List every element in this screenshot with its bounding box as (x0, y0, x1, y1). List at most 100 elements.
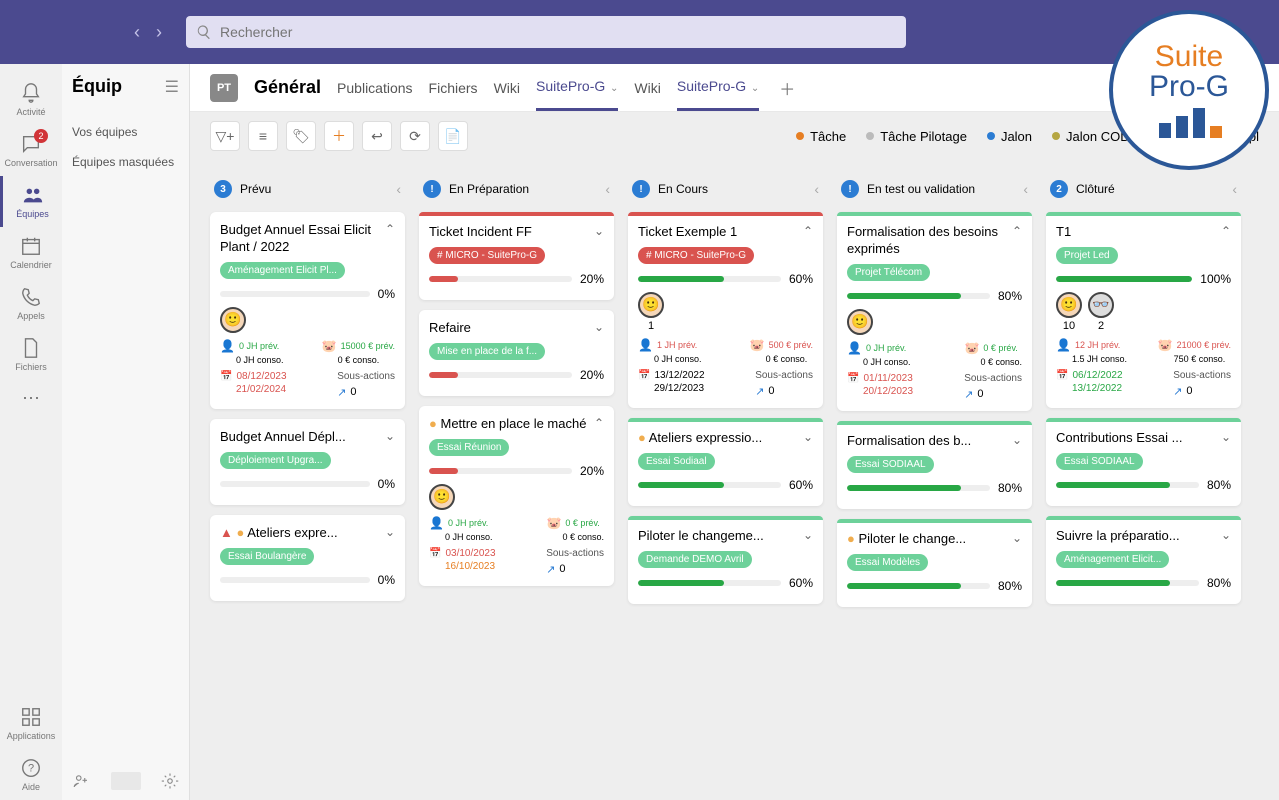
card-title: Budget Annuel Essai Elicit Plant / 2022 (220, 222, 379, 256)
chevron-down-icon[interactable]: ⌄ (385, 525, 395, 539)
chevron-up-icon[interactable]: ⌃ (1012, 224, 1022, 238)
filter-icon[interactable]: ☰ (165, 77, 179, 97)
rail-files[interactable]: Fichiers (0, 329, 62, 380)
piggy-icon: 🐷 (750, 338, 765, 352)
chat-badge: 2 (34, 129, 48, 143)
add-people-icon[interactable] (72, 772, 90, 790)
avatar: 🙂 (429, 484, 455, 510)
search-input[interactable] (220, 24, 896, 40)
calendar-small-icon: 📅 (847, 373, 859, 384)
card[interactable]: Ticket Incident FF⌄ # MICRO - SuitePro-G… (419, 212, 614, 300)
card[interactable]: Contributions Essai ...⌄ Essai SODIAAL 8… (1046, 418, 1241, 506)
project-chip: # MICRO - SuitePro-G (638, 247, 754, 264)
rail-teams[interactable]: Équipes (0, 176, 62, 227)
project-chip: Projet Led (1056, 247, 1118, 264)
column-badge: 2 (1050, 180, 1068, 198)
card[interactable]: Refaire⌄ Mise en place de la f... 20% (419, 310, 614, 396)
card[interactable]: Ticket Exemple 1⌃ # MICRO - SuitePro-G 6… (628, 212, 823, 408)
column-title: En test ou validation (867, 182, 1015, 196)
chevron-down-icon[interactable]: ⌄ (1012, 531, 1022, 545)
share-icon: ↗ (337, 386, 346, 399)
rail-help[interactable]: ? Aide (0, 749, 62, 800)
chevron-down-icon[interactable]: ⌄ (385, 429, 395, 443)
tab-files[interactable]: Fichiers (429, 66, 478, 110)
gear-icon[interactable] (161, 772, 179, 790)
bell-icon (20, 82, 42, 104)
rail-calendar[interactable]: Calendrier (0, 227, 62, 278)
sort-button[interactable]: ≡ (248, 121, 278, 151)
search-box[interactable] (186, 16, 906, 48)
chevron-down-icon: ⌄ (748, 83, 759, 94)
undo-button[interactable]: ↩ (362, 121, 392, 151)
topbar: ‹ › (0, 0, 1279, 64)
card[interactable]: ● Piloter le change...⌄ Essai Modèles 80… (837, 519, 1032, 607)
project-chip: # MICRO - SuitePro-G (429, 247, 545, 264)
calendar-icon (20, 235, 42, 257)
card-title: ● Ateliers expressio... (638, 430, 762, 447)
project-chip: Déploiement Upgra... (220, 452, 331, 469)
tab-suitepro-1[interactable]: SuitePro-G ⌄ (536, 64, 618, 111)
your-teams-link[interactable]: Vos équipes (72, 117, 179, 147)
column-header: ! En Préparation ‹ (419, 174, 614, 204)
chevron-down-icon[interactable]: ⌄ (803, 430, 813, 444)
card[interactable]: Budget Annuel Dépl...⌄ Déploiement Upgra… (210, 419, 405, 505)
card-title: Formalisation des besoins exprimés (847, 224, 1006, 258)
nav-back-icon[interactable]: ‹ (130, 18, 144, 47)
card-title: Piloter le changeme... (638, 528, 764, 545)
tag-button[interactable]: 🏷 (286, 121, 316, 151)
card[interactable]: Piloter le changeme...⌄ Demande DEMO Avr… (628, 516, 823, 604)
collapse-icon[interactable]: ‹ (814, 181, 819, 197)
collapse-icon[interactable]: ‹ (1232, 181, 1237, 197)
channel-name: Général (254, 77, 321, 98)
chevron-down-icon[interactable]: ⌄ (594, 320, 604, 334)
calendar-small-icon: 📅 (1056, 370, 1068, 381)
avatar: 👓 (1088, 292, 1114, 318)
rail-chat[interactable]: 2 Conversation (0, 125, 62, 176)
card[interactable]: Budget Annuel Essai Elicit Plant / 2022 ⌃… (210, 212, 405, 409)
collapse-icon[interactable]: ‹ (1023, 181, 1028, 197)
chevron-up-icon[interactable]: ⌃ (385, 222, 395, 236)
card[interactable]: ● Ateliers expressio...⌄ Essai Sodiaal 6… (628, 418, 823, 506)
column-title: Prévu (240, 182, 388, 196)
column-preparation: ! En Préparation ‹ Ticket Incident FF⌄ #… (419, 174, 614, 786)
add-tab-button[interactable]: ＋ (775, 72, 799, 104)
card[interactable]: Suivre la préparatio...⌄ Aménagement Eli… (1046, 516, 1241, 604)
tab-suitepro-2[interactable]: SuitePro-G ⌄ (677, 64, 759, 111)
rail-apps[interactable]: Applications (0, 698, 62, 749)
project-chip: Aménagement Elicit Pl... (220, 262, 345, 279)
column-closed: 2 Clôturé ‹ T1⌃ Projet Led 100% 🙂10 👓2 👤… (1046, 174, 1241, 786)
rail-activity[interactable]: Activité (0, 74, 62, 125)
calendar-small-icon: 📅 (429, 548, 441, 559)
nav-forward-icon[interactable]: › (152, 18, 166, 47)
add-button[interactable]: ＋ (324, 121, 354, 151)
collapse-icon[interactable]: ‹ (396, 181, 401, 197)
chevron-down-icon[interactable]: ⌄ (1221, 430, 1231, 444)
rail-calls[interactable]: Appels (0, 278, 62, 329)
chevron-down-icon[interactable]: ⌄ (1012, 433, 1022, 447)
legend-milestone: Jalon (987, 129, 1032, 144)
tab-wiki[interactable]: Wiki (494, 66, 520, 110)
chevron-down-icon: ⌄ (607, 83, 618, 94)
hidden-teams-link[interactable]: Équipes masquées (72, 147, 179, 177)
card[interactable]: T1⌃ Projet Led 100% 🙂10 👓2 👤12 JH prév.1… (1046, 212, 1241, 408)
card[interactable]: Formalisation des b...⌄ Essai SODIAAL 80… (837, 421, 1032, 509)
collapse-icon[interactable]: ‹ (605, 181, 610, 197)
tab-wiki-2[interactable]: Wiki (634, 66, 660, 110)
chevron-up-icon[interactable]: ⌃ (1221, 224, 1231, 238)
project-chip: Essai Réunion (429, 439, 509, 456)
project-chip: Essai SODIAAL (847, 456, 934, 473)
chevron-down-icon[interactable]: ⌄ (594, 224, 604, 238)
chevron-up-icon[interactable]: ⌃ (594, 416, 604, 430)
tab-publications[interactable]: Publications (337, 66, 413, 110)
card[interactable]: ▲ ● Ateliers expre...⌄ Essai Boulangère … (210, 515, 405, 601)
refresh-button[interactable]: ⟳ (400, 121, 430, 151)
card[interactable]: Formalisation des besoins exprimés⌃ Proj… (837, 212, 1032, 411)
chevron-up-icon[interactable]: ⌃ (803, 224, 813, 238)
rail-more[interactable]: ⋯ (0, 380, 62, 417)
project-chip: Essai Sodiaal (638, 453, 715, 470)
chevron-down-icon[interactable]: ⌄ (1221, 528, 1231, 542)
document-button[interactable]: 📄 (438, 121, 468, 151)
filter-button[interactable]: ▽+ (210, 121, 240, 151)
chevron-down-icon[interactable]: ⌄ (803, 528, 813, 542)
card[interactable]: ● Mettre en place le maché⌃ Essai Réunio… (419, 406, 614, 586)
